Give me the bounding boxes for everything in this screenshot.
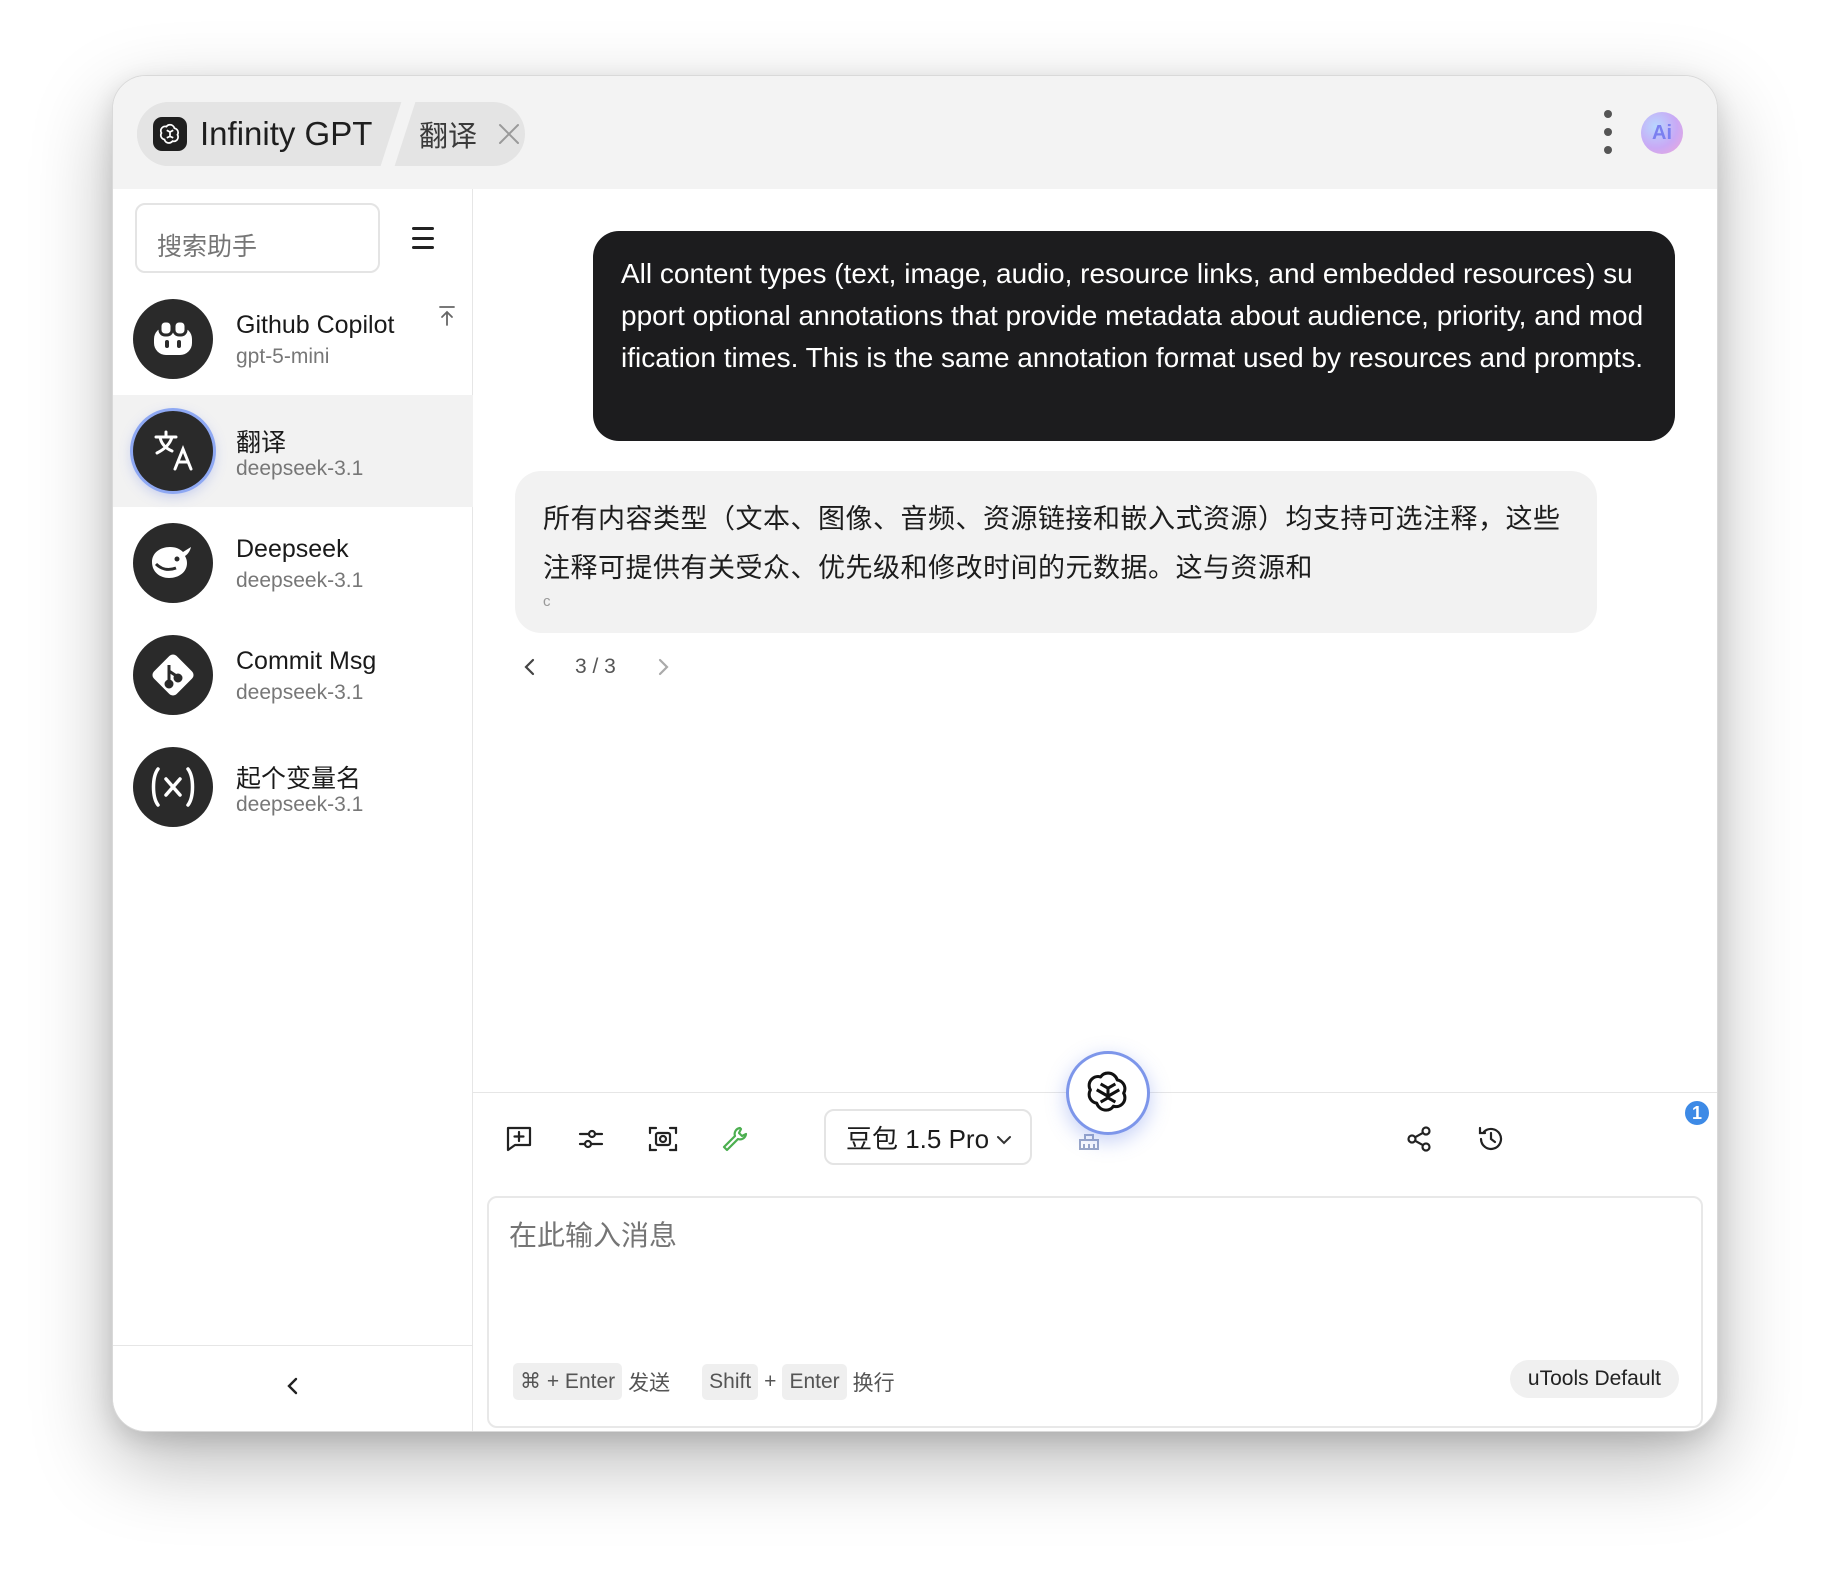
screenshot-icon[interactable] bbox=[645, 1121, 681, 1157]
openai-logo-icon[interactable] bbox=[1066, 1051, 1150, 1135]
shift-key: Shift bbox=[702, 1363, 759, 1400]
pin-top-icon[interactable] bbox=[437, 305, 457, 327]
whale-icon bbox=[133, 523, 213, 603]
assistant-item-deepseek[interactable]: Deepseek deepseek-3.1 bbox=[113, 507, 473, 619]
assistant-item-variable-name[interactable]: 起个变量名 deepseek-3.1 bbox=[113, 731, 473, 843]
streaming-cursor: c bbox=[543, 593, 551, 610]
enter-key: Enter bbox=[782, 1363, 847, 1400]
tab-group: Infinity GPT 翻译 bbox=[137, 102, 525, 166]
app-window: Infinity GPT 翻译 Ai 搜索助手 Github Copilot g… bbox=[112, 75, 1718, 1432]
openai-logo-icon bbox=[153, 117, 187, 151]
settings-sliders-icon[interactable] bbox=[573, 1121, 609, 1157]
assistant-name: 翻译 bbox=[236, 429, 287, 457]
ai-avatar-icon[interactable]: Ai bbox=[1641, 112, 1683, 154]
app-name: Infinity GPT bbox=[200, 115, 373, 152]
assistant-item-github-copilot[interactable]: Github Copilot gpt-5-mini bbox=[113, 283, 473, 395]
menu-icon[interactable] bbox=[409, 223, 437, 253]
plus-sign: + bbox=[764, 1369, 777, 1393]
next-icon[interactable] bbox=[652, 656, 674, 678]
history-icon[interactable] bbox=[1473, 1121, 1509, 1157]
shortcut-hints: ⌘ + Enter 发送 Shift + Enter 换行 bbox=[513, 1363, 901, 1400]
chat-area: All content types (text, image, audio, r… bbox=[473, 189, 1717, 1431]
translate-icon bbox=[133, 411, 213, 491]
assistant-model: deepseek-3.1 bbox=[236, 457, 364, 480]
assistant-item-translate[interactable]: 翻译 deepseek-3.1 bbox=[113, 395, 473, 507]
more-vertical-icon[interactable] bbox=[1601, 110, 1615, 154]
assistant-model: deepseek-3.1 bbox=[236, 681, 364, 704]
assistant-model: gpt-5-mini bbox=[236, 345, 330, 368]
variable-icon bbox=[133, 747, 213, 827]
sidebar: Github Copilot gpt-5-mini 翻译 deepseek-3.… bbox=[113, 189, 473, 1431]
tab-translate[interactable]: 翻译 bbox=[407, 102, 525, 166]
assistant-name: Github Copilot bbox=[236, 311, 395, 339]
assistant-name: Commit Msg bbox=[236, 647, 377, 675]
assistant-name: Deepseek bbox=[236, 535, 349, 563]
title-bar: Infinity GPT 翻译 Ai bbox=[113, 76, 1717, 189]
assistant-name: 起个变量名 bbox=[236, 765, 362, 793]
search-input[interactable] bbox=[135, 203, 380, 273]
preset-button[interactable]: uTools Default bbox=[1509, 1360, 1679, 1398]
sidebar-footer bbox=[113, 1345, 472, 1431]
message-input[interactable] bbox=[509, 1216, 1409, 1256]
avatar-text: Ai bbox=[1652, 121, 1672, 144]
pager-count: 3 / 3 bbox=[575, 655, 616, 678]
history-badge: 1 bbox=[1683, 1099, 1711, 1127]
collapse-sidebar-icon[interactable] bbox=[284, 1375, 302, 1402]
git-icon bbox=[133, 635, 213, 715]
assistant-model: deepseek-3.1 bbox=[236, 569, 364, 592]
model-select-value: 豆包 1.5 Pro bbox=[846, 1123, 990, 1154]
assistant-item-commit-msg[interactable]: Commit Msg deepseek-3.1 bbox=[113, 619, 473, 731]
assistant-message: 所有内容类型（文本、图像、音频、资源链接和嵌入式资源）均支持可选注释，这些注释可… bbox=[515, 471, 1597, 633]
assistant-model: deepseek-3.1 bbox=[236, 793, 364, 816]
message-composer: ⌘ + Enter 发送 Shift + Enter 换行 uTools Def… bbox=[487, 1196, 1703, 1428]
copilot-icon bbox=[133, 299, 213, 379]
user-message: All content types (text, image, audio, r… bbox=[593, 231, 1675, 441]
model-select[interactable]: 豆包 1.5 Pro bbox=[824, 1109, 1032, 1165]
send-shortcut-label: 发送 bbox=[628, 1371, 671, 1395]
newline-shortcut-label: 换行 bbox=[852, 1371, 895, 1395]
new-chat-icon[interactable] bbox=[501, 1121, 537, 1157]
share-icon[interactable] bbox=[1401, 1121, 1437, 1157]
prev-icon[interactable] bbox=[519, 656, 541, 678]
composer-toolbar: 豆包 1.5 Pro 1 bbox=[473, 1051, 1717, 1182]
app-tab[interactable]: Infinity GPT bbox=[137, 102, 399, 166]
assistant-message-text: 所有内容类型（文本、图像、音频、资源链接和嵌入式资源）均支持可选注释，这些注释可… bbox=[543, 504, 1561, 583]
wrench-icon[interactable] bbox=[717, 1121, 753, 1157]
chevron-down-icon bbox=[995, 1122, 1013, 1153]
message-pager: 3 / 3 bbox=[519, 647, 674, 687]
close-icon[interactable] bbox=[495, 120, 523, 148]
send-shortcut-key: ⌘ + Enter bbox=[513, 1363, 623, 1400]
tab-label: 翻译 bbox=[419, 121, 478, 153]
